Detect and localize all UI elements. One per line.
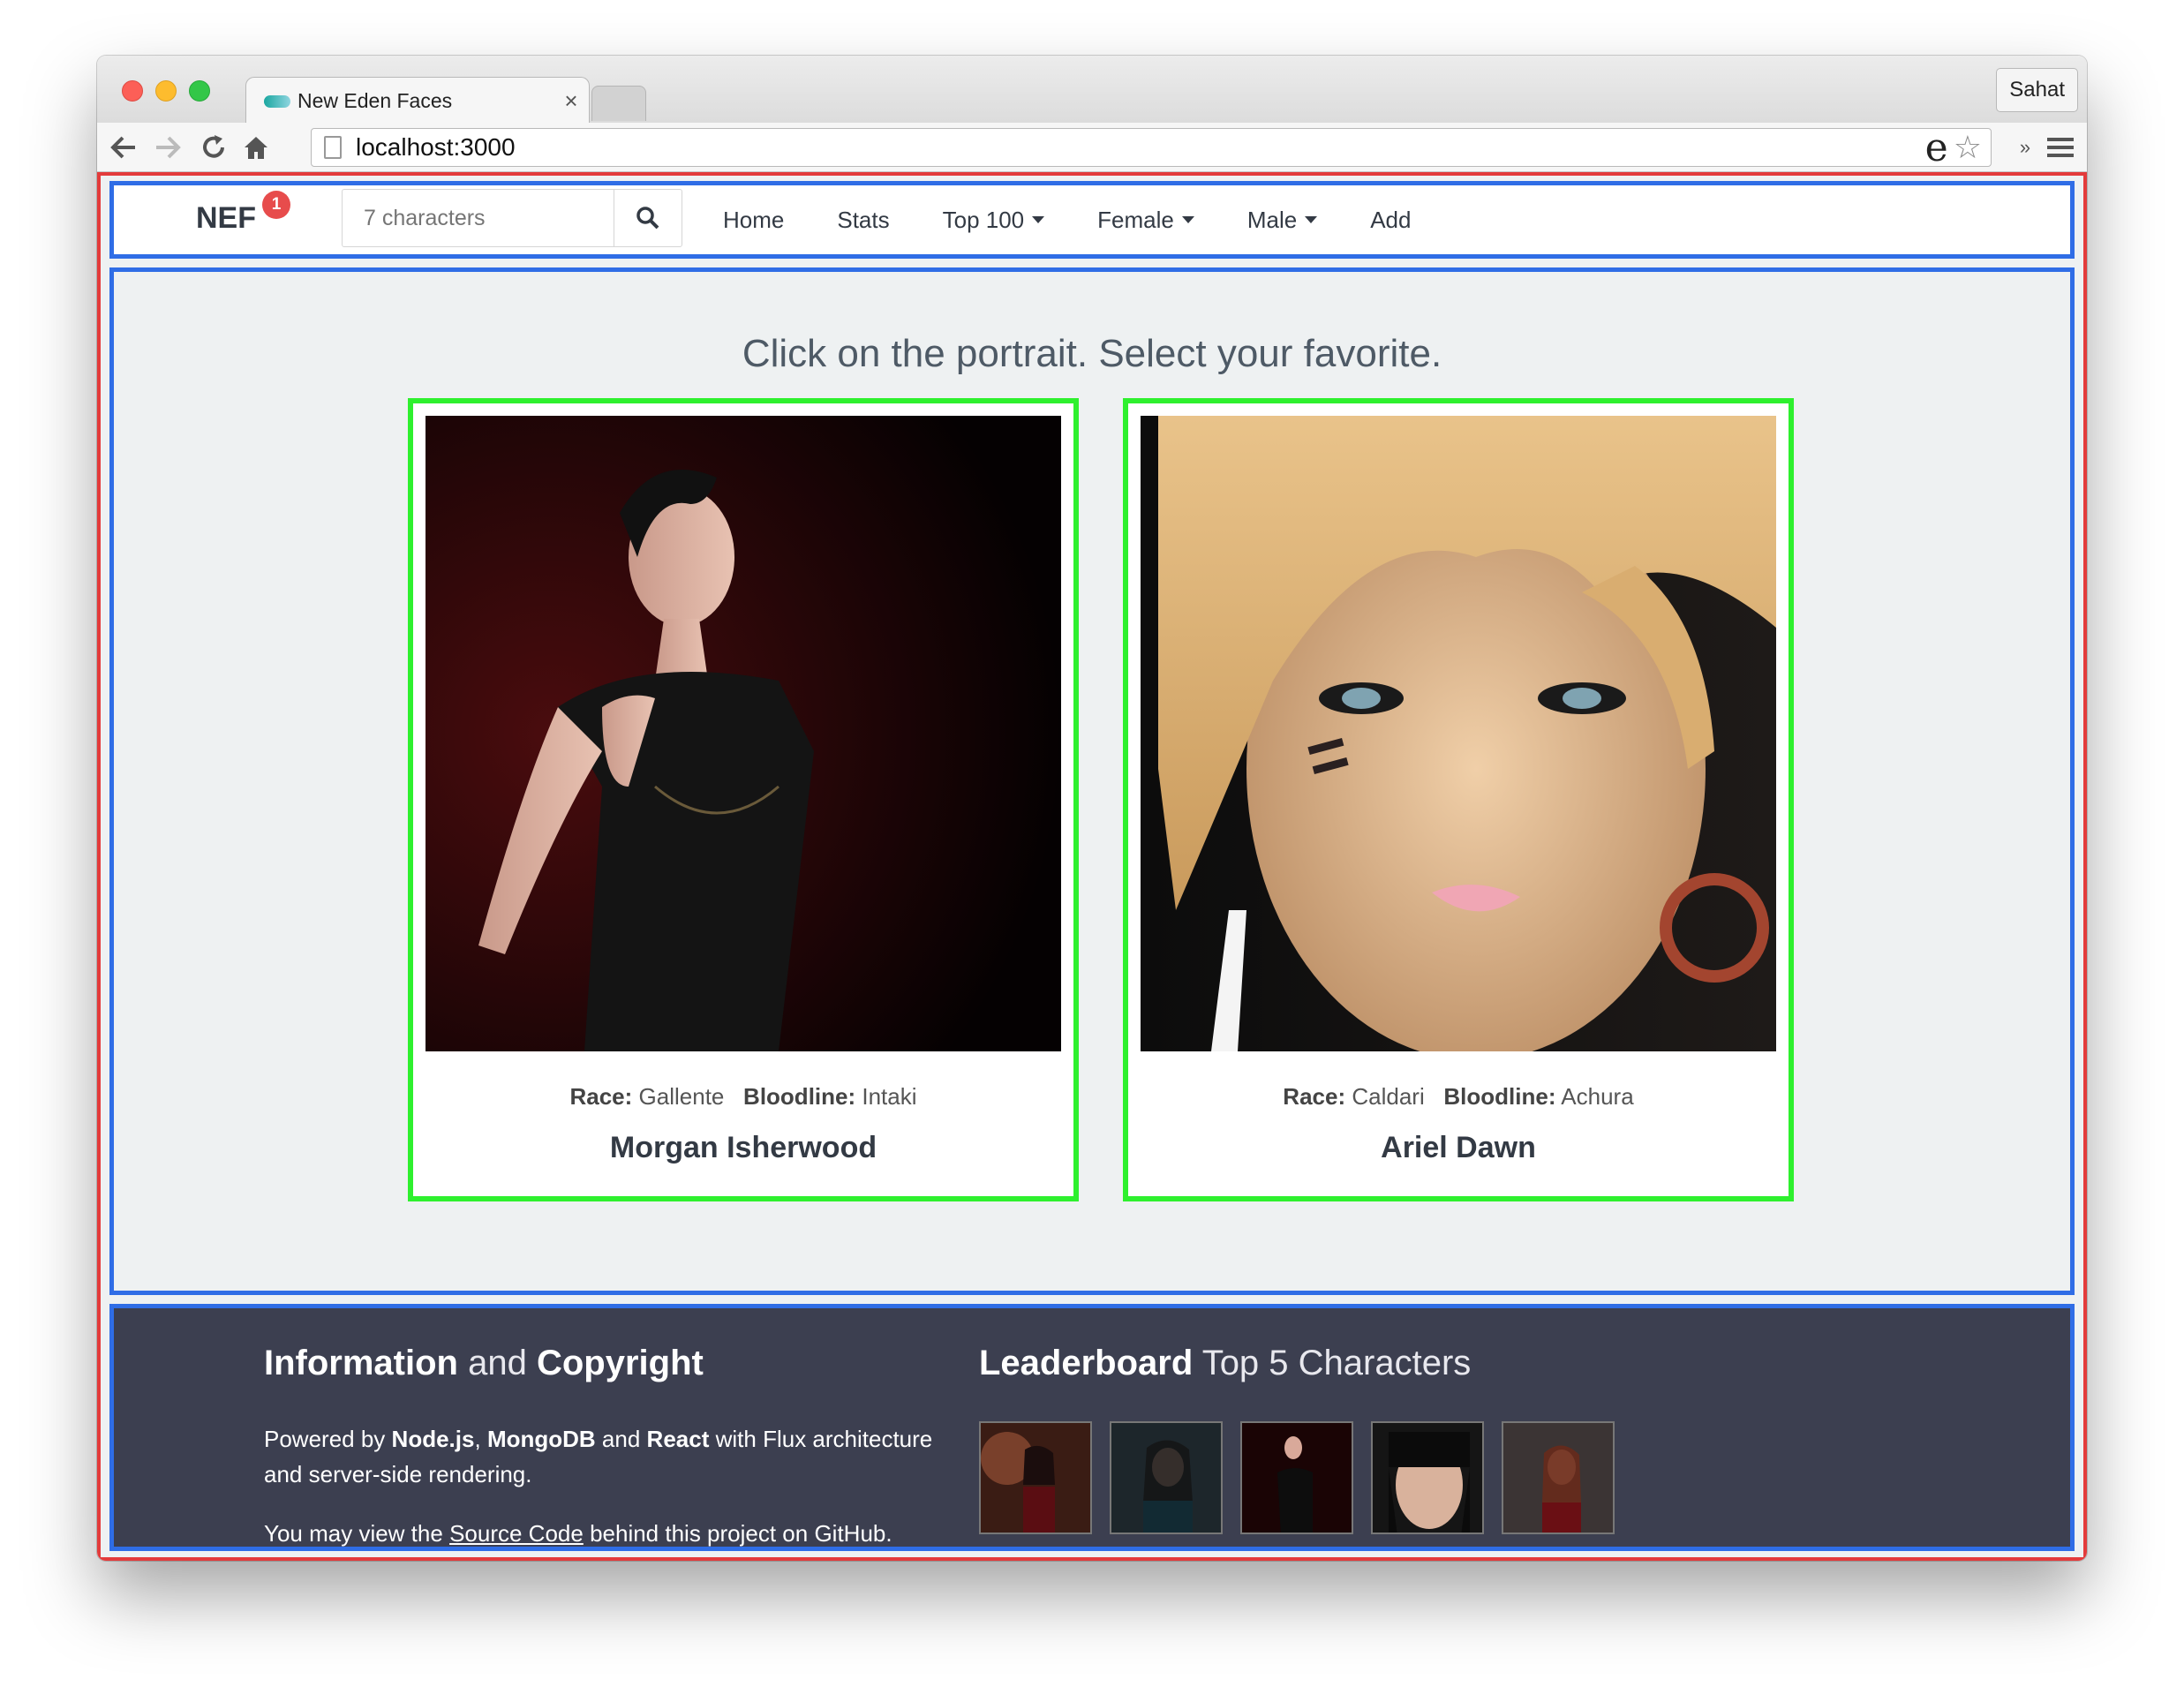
react-text: React	[646, 1426, 710, 1452]
character-info: Race: Caldari Bloodline: Achura	[1128, 1083, 1789, 1111]
source-code-link[interactable]: Source Code	[449, 1520, 584, 1547]
footer-info-and: and	[468, 1344, 527, 1382]
mongo-text: MongoDB	[486, 1426, 596, 1452]
back-icon[interactable]	[106, 130, 141, 165]
leaderboard-thumbnail[interactable]	[1240, 1421, 1353, 1534]
tab-title: New Eden Faces	[297, 89, 453, 112]
favicon-icon	[264, 94, 290, 108]
nav-add[interactable]: Add	[1370, 207, 1411, 234]
browser-tab[interactable]: New Eden Faces ×	[245, 77, 590, 124]
race-value: Gallente	[638, 1083, 725, 1110]
race-label: Race:	[1283, 1083, 1346, 1110]
view-prefix-text: You may view the	[264, 1520, 443, 1547]
nav-female-dropdown[interactable]: Female	[1097, 207, 1194, 234]
leaderboard-thumbnails	[979, 1421, 1632, 1534]
url-text[interactable]: localhost:3000	[356, 133, 1925, 162]
navbar: NEF 1 Home Stats Top 100 Female Male Add	[109, 181, 2075, 259]
minimize-window-button[interactable]	[155, 80, 177, 102]
footer-info-heading: Information and Copyright	[264, 1344, 704, 1383]
zoom-window-button[interactable]	[189, 80, 210, 102]
nav-home-label: Home	[723, 206, 785, 233]
nav-stats[interactable]: Stats	[837, 207, 889, 234]
nav-stats-label: Stats	[837, 206, 890, 233]
nav-add-label: Add	[1370, 206, 1412, 233]
page-viewport: NEF 1 Home Stats Top 100 Female Male Add…	[97, 172, 2087, 1561]
powered-by-text: Powered by	[264, 1426, 386, 1452]
footer-source: You may view the Source Code behind this…	[264, 1520, 892, 1548]
nav-male-label: Male	[1246, 206, 1298, 233]
tab-close-icon[interactable]: ×	[554, 87, 589, 115]
nav-female-label: Female	[1097, 206, 1174, 233]
race-label: Race:	[569, 1083, 633, 1110]
footer-powered-by: Powered by Node.js, MongoDB and React wi…	[264, 1421, 935, 1492]
character-portrait[interactable]	[426, 416, 1061, 1051]
node-text: Node.js	[391, 1426, 475, 1452]
profile-button[interactable]: Sahat	[1996, 68, 2078, 112]
leaderboard-light: Top 5 Characters	[1201, 1344, 1472, 1382]
caret-down-icon	[1181, 216, 1194, 223]
home-icon[interactable]	[238, 130, 274, 165]
bookmark-star-icon[interactable]: ☆	[1954, 129, 1982, 166]
nav-male-dropdown[interactable]: Male	[1246, 206, 1318, 234]
bloodline-value: Intaki	[862, 1083, 917, 1110]
character-name: Ariel Dawn	[1381, 1131, 1536, 1164]
extension-e-icon[interactable]: e	[1925, 125, 1948, 170]
close-window-button[interactable]	[122, 80, 143, 102]
page-icon	[324, 136, 342, 159]
brand-logo[interactable]: NEF	[196, 201, 256, 236]
character-card[interactable]: Race: Gallente Bloodline: Intaki Morgan …	[408, 398, 1079, 1201]
bloodline-label: Bloodline:	[1443, 1083, 1556, 1110]
character-info: Race: Gallente Bloodline: Intaki	[413, 1083, 1073, 1111]
leaderboard-thumbnail[interactable]	[979, 1421, 1092, 1534]
character-portrait[interactable]	[1141, 416, 1776, 1051]
caret-down-icon	[1032, 216, 1045, 223]
footer: Information and Copyright Powered by Nod…	[109, 1304, 2075, 1551]
view-suffix-text: behind this project on GitHub.	[590, 1520, 892, 1547]
nav-menu: Home Stats Top 100 Female Male Add	[723, 185, 1464, 254]
race-value: Caldari	[1352, 1083, 1425, 1110]
search-icon	[636, 207, 659, 230]
footer-info-bold: Information	[264, 1344, 458, 1382]
menu-icon[interactable]	[2043, 130, 2078, 165]
new-tab-button[interactable]	[591, 86, 646, 121]
chevron-more-icon[interactable]: »	[2007, 130, 2043, 165]
nav-home[interactable]: Home	[723, 207, 784, 234]
leaderboard-thumbnail[interactable]	[1110, 1421, 1223, 1534]
address-bar[interactable]: localhost:3000 e ☆	[311, 125, 1992, 170]
bloodline-label: Bloodline:	[743, 1083, 856, 1110]
page-headline: Click on the portrait. Select your favor…	[742, 332, 1442, 375]
bloodline-value: Achura	[1561, 1083, 1634, 1110]
nav-top100-dropdown[interactable]: Top 100	[943, 207, 1045, 234]
leaderboard-thumbnail[interactable]	[1502, 1421, 1615, 1534]
browser-toolbar: localhost:3000 e ☆ »	[97, 123, 2087, 172]
caret-down-icon	[1305, 216, 1318, 223]
character-card[interactable]: Race: Caldari Bloodline: Achura Ariel Da…	[1123, 398, 1794, 1201]
nav-top100-label: Top 100	[942, 206, 1025, 233]
comma-text: ,	[474, 1426, 481, 1452]
tab-strip: New Eden Faces × Sahat	[97, 56, 2087, 124]
main-content: Click on the portrait. Select your favor…	[109, 267, 2075, 1295]
search-input[interactable]	[342, 189, 614, 247]
reload-icon[interactable]	[196, 130, 231, 165]
forward-icon[interactable]	[150, 130, 185, 165]
leaderboard-thumbnail[interactable]	[1371, 1421, 1484, 1534]
notification-badge: 1	[262, 191, 290, 219]
footer-info-bold2: Copyright	[536, 1344, 704, 1382]
browser-window: New Eden Faces × Sahat localhost:3000 e …	[97, 56, 2087, 1561]
and-text: and	[601, 1426, 641, 1452]
search-button[interactable]	[614, 189, 682, 247]
footer-leaderboard-heading: Leaderboard Top 5 Characters	[979, 1344, 1471, 1383]
character-name: Morgan Isherwood	[609, 1131, 877, 1164]
leaderboard-bold: Leaderboard	[979, 1344, 1194, 1382]
